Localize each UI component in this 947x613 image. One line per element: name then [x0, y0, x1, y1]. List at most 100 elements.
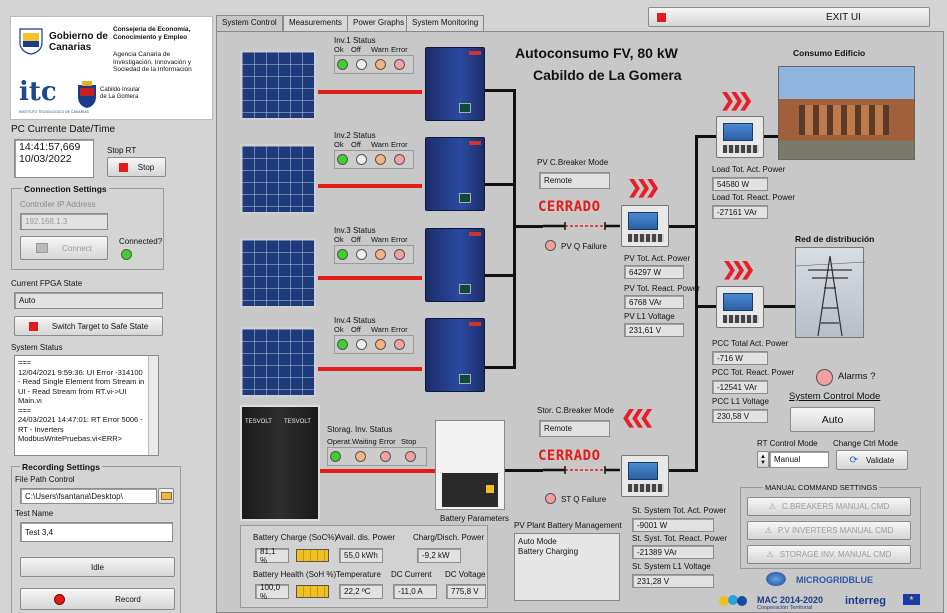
pv-inverters-manual-cmd-label: P.V INVERTERS MANUAL CMD: [777, 526, 894, 535]
pv-power-meter: [621, 205, 669, 247]
pv-meter-to-bus: [669, 225, 697, 228]
warn-led: [375, 249, 386, 260]
storage-inverter-image: [435, 420, 505, 510]
connect-button[interactable]: Connect: [20, 236, 108, 260]
off-led: [356, 59, 367, 70]
switch-safe-state-button[interactable]: Switch Target to Safe State: [14, 316, 163, 336]
mac-circles-icon: [718, 592, 752, 608]
change-ctrl-mode-label: Change Ctrl Mode: [833, 439, 898, 448]
idle-button[interactable]: Idle: [20, 557, 175, 577]
inv3-status-title: Inv.3 Status: [334, 226, 376, 235]
off-led: [356, 154, 367, 165]
record-button[interactable]: Record: [20, 588, 175, 610]
refresh-icon: ⟳: [849, 454, 859, 466]
validate-button[interactable]: ⟳ Validate: [836, 450, 908, 470]
storage-inv-status: Storag. Inv. Status Operat. Waiting Error S…: [327, 425, 427, 466]
st-react-power-value: -21389 VAr: [632, 545, 714, 559]
recording-settings-group: Recording Settings File Path Control C:\…: [11, 462, 181, 613]
warn-label: Warn: [371, 45, 389, 54]
ac-line-inv2: [485, 183, 516, 186]
temperature-value: 22,2 ºC: [339, 584, 383, 599]
exit-ui-button[interactable]: EXIT UI: [648, 7, 930, 27]
storage-status-title: Storag. Inv. Status: [327, 425, 393, 434]
pv-inverters-manual-cmd-button[interactable]: ⚠ P.V INVERTERS MANUAL CMD: [747, 521, 911, 540]
pcc-act-power-label: PCC Total Act. Power: [712, 339, 789, 348]
st-act-power-value: -9001 W: [632, 518, 714, 532]
warning-icon: ⚠: [764, 526, 772, 535]
error-label: Error: [391, 325, 408, 334]
record-button-label: Record: [115, 594, 141, 604]
warn-label: Warn: [371, 140, 389, 149]
fpga-label: Current FPGA State: [11, 279, 83, 288]
bus-to-grid-meter: [695, 305, 717, 308]
storage-inverter-display: [486, 485, 494, 493]
pv-flow-arrow-icon: ❯❯❯: [627, 177, 660, 197]
st-q-failure-label: ST Q Failure: [561, 495, 607, 504]
tab-system-control[interactable]: System Control: [216, 15, 283, 32]
st-q-failure-led: [545, 493, 556, 504]
storage-manual-cmd-button[interactable]: ⚠ STORAGE INV. MANUAL CMD: [747, 545, 911, 564]
tab-power-graphs[interactable]: Power Graphs: [347, 15, 411, 31]
stop-square-icon: [28, 321, 38, 331]
warn-led: [375, 59, 386, 70]
page-title-line1: Autoconsumo FV, 80 kW: [515, 45, 678, 61]
off-label: Off: [351, 140, 361, 149]
page-title-line2: Cabildo de La Gomera: [533, 67, 682, 83]
operat-led: [330, 451, 341, 462]
off-label: Off: [351, 235, 361, 244]
error-led: [394, 249, 405, 260]
agencia-text: Agencia Canaria de Investigación, Innova…: [113, 51, 192, 73]
dc-current-value: -11,0 A: [393, 584, 437, 599]
grid-flow-arrow-icon: ❯❯❯: [722, 259, 755, 279]
rt-control-mode-select[interactable]: ▲ ▼ Manual: [757, 451, 829, 468]
tab-measurements[interactable]: Measurements: [283, 15, 348, 31]
warn-label: Warn: [371, 235, 389, 244]
off-led: [356, 339, 367, 350]
solar-panel-2: [240, 144, 316, 214]
battery-params-panel: Battery Charge (SoC%) 81,1 % Avail. dis.…: [240, 525, 488, 608]
load-react-power-value: -27161 VAr: [712, 205, 768, 219]
battery-charge-label: Battery Charge (SoC%): [253, 533, 338, 542]
interreg-logo: interreg: [845, 595, 886, 607]
tab-system-monitoring[interactable]: System Monitoring: [406, 15, 485, 31]
record-led: [54, 593, 66, 605]
storage-ac-line: [505, 469, 543, 472]
validate-button-label: Validate: [866, 455, 895, 465]
alarms-led: [816, 369, 833, 386]
log-scrollbar[interactable]: [148, 356, 158, 455]
pv-react-power-value: 6768 VAr: [624, 295, 684, 309]
ip-input[interactable]: 192.168.1.3: [20, 213, 108, 230]
close-square-icon: [657, 12, 666, 22]
rt-mode-value: Manual: [769, 451, 829, 468]
pv-breaker-symbol: [543, 221, 620, 231]
system-status-label: System Status: [11, 343, 63, 352]
pv-act-power-value: 64297 W: [624, 265, 684, 279]
error-led: [394, 59, 405, 70]
connection-settings-group: Connection Settings Controller IP Addres…: [11, 184, 164, 270]
st-breaker-mode-indicator: Remote: [539, 420, 610, 437]
stop-button[interactable]: Stop: [107, 157, 166, 177]
test-name-input[interactable]: Test 3,4: [20, 522, 173, 542]
ok-led: [337, 339, 348, 350]
inv1-status: Inv.1 Status Ok Off Warn Error: [334, 36, 414, 74]
rt-mode-stepper[interactable]: ▲ ▼: [757, 451, 769, 468]
pv-act-power-label: PV Tot. Act. Power: [624, 254, 691, 263]
dc-line-3: [318, 276, 422, 280]
browse-folder-button[interactable]: [158, 488, 174, 504]
st-voltage-label: St. System L1 Voltage: [632, 562, 711, 571]
inv2-status: Inv.2 Status Ok Off Warn Error: [334, 131, 414, 169]
file-path-input[interactable]: C:\Users\fsantana\Desktop\: [20, 488, 157, 504]
ac-line-inv3: [485, 274, 516, 277]
ok-led: [337, 154, 348, 165]
pv-ac-bus: [513, 89, 516, 369]
pv-plant-mode-line: Auto Mode: [518, 537, 557, 546]
error-led: [380, 451, 391, 462]
load-meter-to-building: [764, 135, 778, 138]
ok-led: [337, 249, 348, 260]
pv-q-failure-led: [545, 240, 556, 251]
avail-power-label: Avail. dis. Power: [336, 533, 395, 542]
pv-plant-status-line: Battery Charging: [518, 547, 579, 556]
system-control-mode-button[interactable]: Auto: [790, 407, 875, 432]
off-led: [356, 249, 367, 260]
cbreakers-manual-cmd-button[interactable]: ⚠ C.BREAKERS MANUAL CMD: [747, 497, 911, 516]
